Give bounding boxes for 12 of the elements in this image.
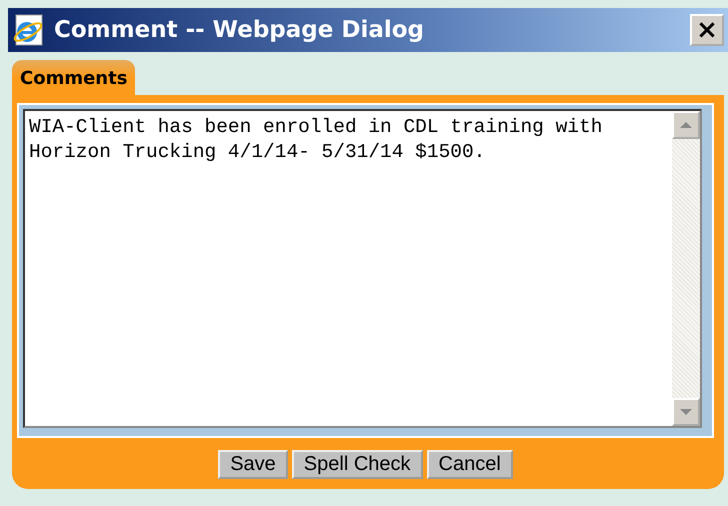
down-arrow-icon — [680, 408, 692, 416]
dialog-button[interactable]: Spell Check — [292, 450, 423, 479]
close-button[interactable]: × — [690, 14, 724, 46]
window-title: Comment -- Webpage Dialog — [54, 17, 425, 43]
scroll-up-button[interactable] — [672, 111, 700, 139]
dialog-button[interactable]: Cancel — [426, 450, 513, 479]
scroll-down-button[interactable] — [672, 398, 700, 426]
comment-field[interactable]: WIA-Client has been enrolled in CDL training with Horizon Trucking 4/1/14- 5/31/14 $1500. — [25, 111, 672, 426]
dialog-button[interactable]: Save — [218, 450, 288, 479]
up-arrow-icon — [680, 121, 692, 129]
scrollbar[interactable] — [672, 111, 700, 426]
tab[interactable]: Comments — [12, 60, 136, 95]
